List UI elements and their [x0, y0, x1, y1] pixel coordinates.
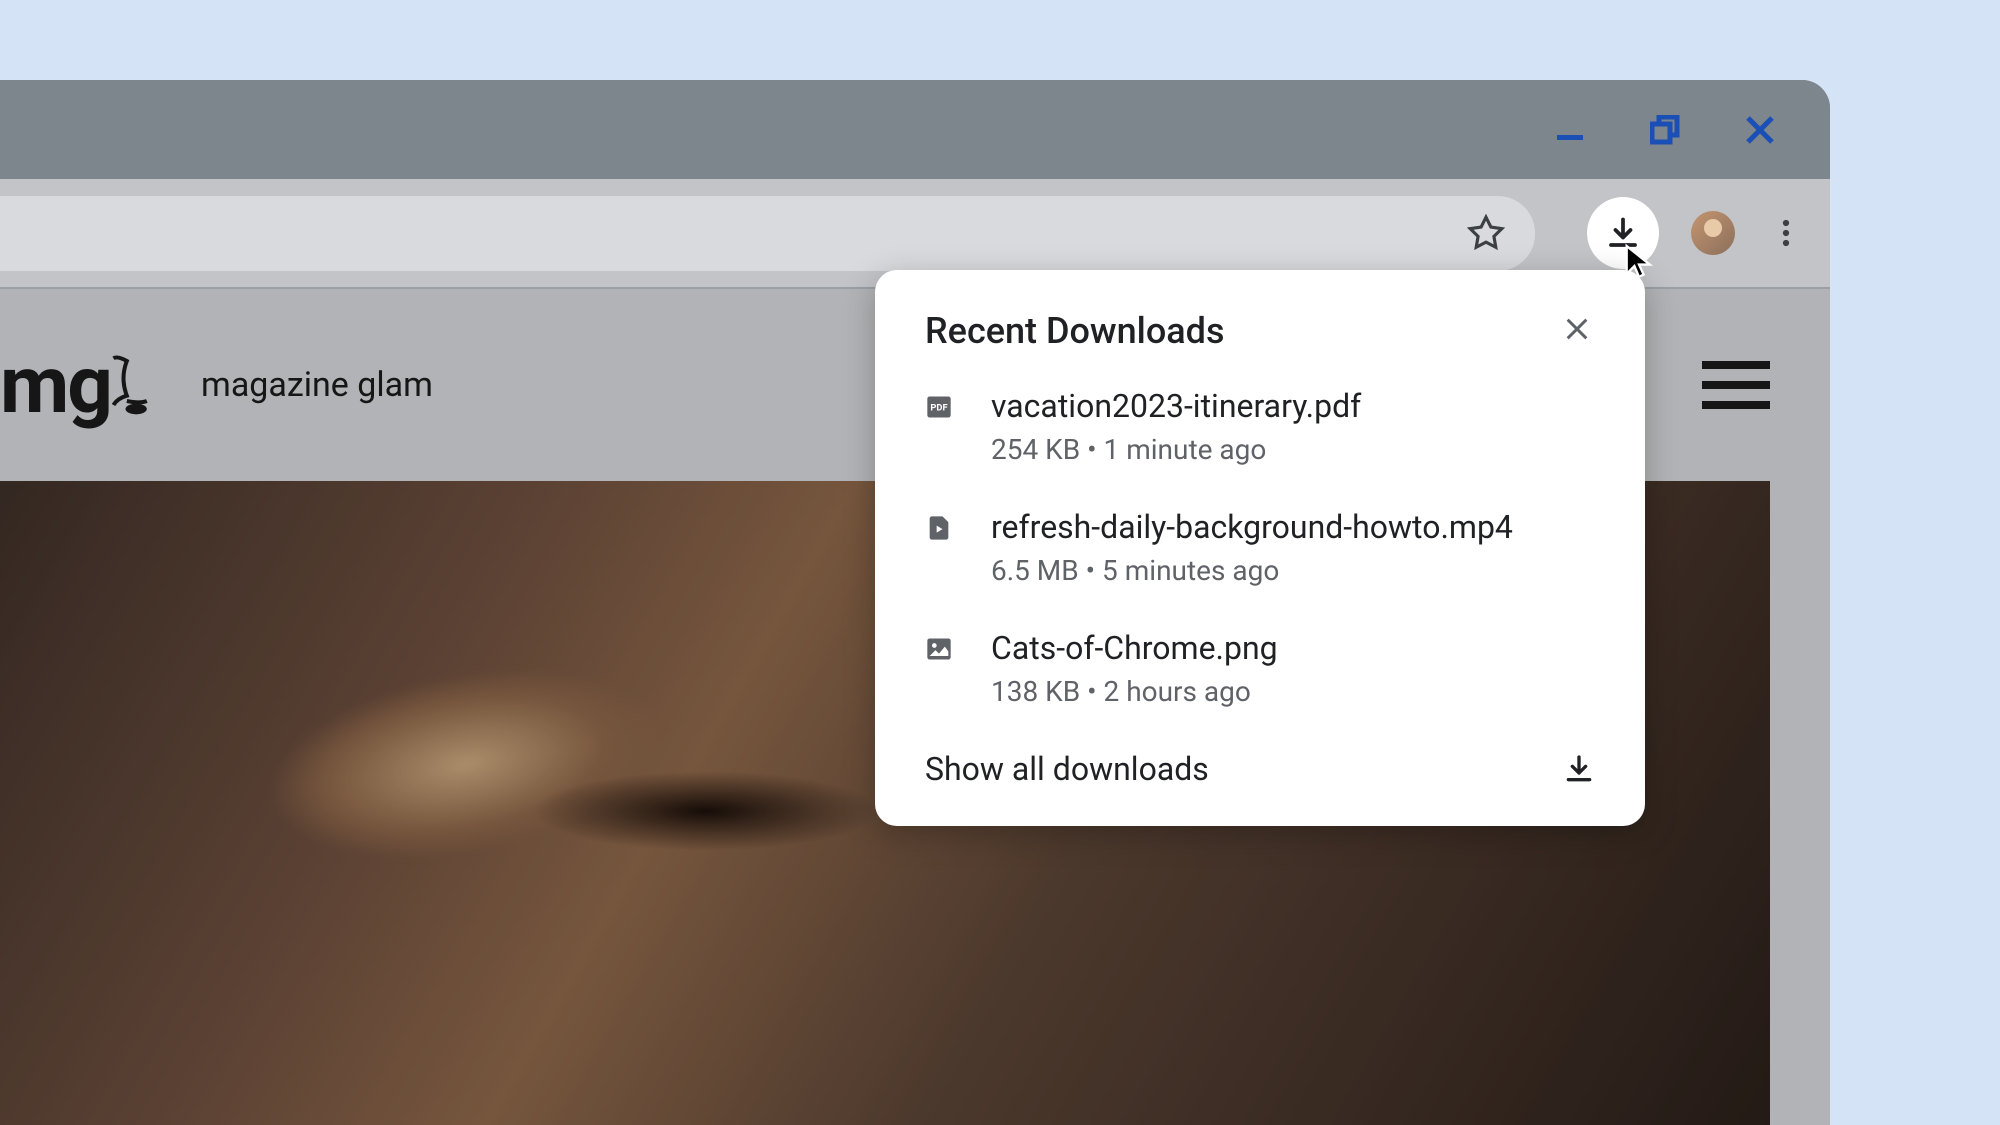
window-title-bar [0, 80, 1830, 179]
download-item[interactable]: PDF vacation2023-itinerary.pdf 254 KB • … [925, 387, 1595, 466]
site-menu-button[interactable] [1702, 361, 1770, 409]
file-info: refresh-daily-background-howto.mp4 6.5 M… [991, 508, 1595, 587]
recent-downloads-panel: Recent Downloads PDF vacation2023-itiner… [875, 270, 1645, 826]
file-meta: 138 KB • 2 hours ago [991, 675, 1595, 708]
panel-title: Recent Downloads [925, 310, 1225, 352]
close-panel-button[interactable] [1559, 311, 1595, 351]
hamburger-line [1702, 381, 1770, 389]
site-logo[interactable]: mg [0, 338, 161, 432]
profile-avatar[interactable] [1691, 211, 1735, 255]
download-icon [1605, 215, 1641, 251]
panel-header: Recent Downloads [925, 310, 1595, 352]
address-bar[interactable] [0, 196, 1535, 271]
file-name: Cats-of-Chrome.png [991, 629, 1595, 667]
file-info: Cats-of-Chrome.png 138 KB • 2 hours ago [991, 629, 1595, 708]
menu-button[interactable] [1767, 214, 1805, 252]
close-button[interactable] [1740, 110, 1780, 150]
maximize-icon [1650, 115, 1680, 145]
image-file-icon [925, 635, 953, 663]
star-icon [1467, 214, 1505, 252]
pdf-file-icon: PDF [925, 393, 953, 421]
file-name: vacation2023-itinerary.pdf [991, 387, 1595, 425]
video-file-icon [925, 514, 953, 542]
file-name: refresh-daily-background-howto.mp4 [991, 508, 1595, 546]
download-item[interactable]: Cats-of-Chrome.png 138 KB • 2 hours ago [925, 629, 1595, 708]
file-meta: 254 KB • 1 minute ago [991, 433, 1595, 466]
site-name[interactable]: magazine glam [201, 365, 433, 405]
svg-text:PDF: PDF [930, 403, 947, 414]
download-icon [1563, 753, 1595, 785]
close-icon [1745, 115, 1775, 145]
minimize-icon [1555, 115, 1585, 145]
logo-text: mg [0, 338, 111, 432]
close-icon [1563, 315, 1591, 343]
show-all-label: Show all downloads [925, 750, 1209, 788]
hamburger-line [1702, 401, 1770, 409]
minimize-button[interactable] [1550, 110, 1590, 150]
download-item[interactable]: refresh-daily-background-howto.mp4 6.5 M… [925, 508, 1595, 587]
bookmark-button[interactable] [1467, 214, 1505, 252]
hamburger-line [1702, 361, 1770, 369]
maximize-button[interactable] [1645, 110, 1685, 150]
kebab-menu-icon [1771, 218, 1801, 248]
site-logo-area: mg magazine glam [0, 338, 433, 432]
file-info: vacation2023-itinerary.pdf 254 KB • 1 mi… [991, 387, 1595, 466]
show-all-downloads-button[interactable]: Show all downloads [925, 750, 1595, 788]
downloads-button[interactable] [1587, 197, 1659, 269]
logo-face-icon [106, 345, 161, 425]
file-meta: 6.5 MB • 5 minutes ago [991, 554, 1595, 587]
